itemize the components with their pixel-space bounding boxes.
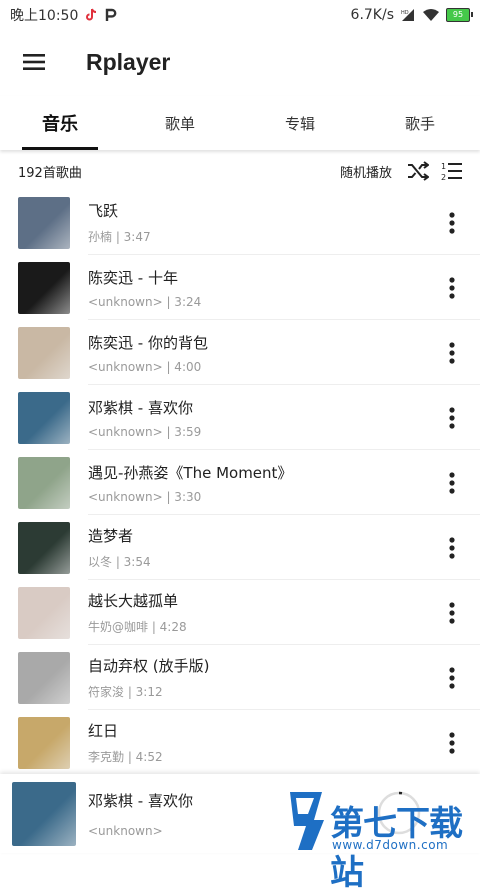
album-cover <box>18 651 70 704</box>
p-app-notification-icon <box>106 8 117 21</box>
song-title: 飞跃 <box>88 202 119 220</box>
song-title: 邓紫棋 - 喜欢你 <box>88 398 193 417</box>
song-row[interactable]: 陈奕迅 - 你的背包 <unknown> | 4:00 <box>0 320 480 385</box>
song-title: 陈奕迅 - 你的背包 <box>88 333 208 352</box>
more-vertical-icon <box>449 731 455 754</box>
song-row[interactable]: 邓紫棋 - 喜欢你 <unknown> | 3:59 <box>0 385 480 450</box>
song-count: 192首歌曲 <box>18 165 82 181</box>
network-speed: 6.7K/s <box>350 7 394 23</box>
song-artist-duration: 孙楠 | 3:47 <box>88 230 151 244</box>
more-options-button[interactable] <box>432 723 472 763</box>
more-vertical-icon <box>449 406 455 429</box>
song-artist-duration: <unknown> | 3:30 <box>88 489 202 504</box>
watermark-url: www.d7down.com <box>332 838 449 852</box>
more-vertical-icon <box>449 211 455 234</box>
more-vertical-icon <box>449 536 455 559</box>
song-artist-duration: 牛奶@咖啡 | 4:28 <box>88 620 187 634</box>
song-row[interactable]: 陈奕迅 - 十年 <unknown> | 3:24 <box>0 255 480 320</box>
status-time: 晚上10:50 <box>10 8 79 24</box>
app-title: Rplayer <box>86 48 171 75</box>
song-artist-duration: <unknown> | 4:00 <box>88 359 202 374</box>
more-vertical-icon <box>449 666 455 689</box>
song-list: 飞跃 孙楠 | 3:47 陈奕迅 - 十年 <unknown> | 3:24 陈奕迅 -… <box>0 190 480 775</box>
more-options-button[interactable] <box>432 463 472 503</box>
svg-text:1: 1 <box>441 162 446 171</box>
more-vertical-icon <box>449 341 455 364</box>
song-row[interactable]: 自动弃权 (放手版) 符家浚 | 3:12 <box>0 645 480 710</box>
list-header: 192首歌曲 随机播放 1 2 <box>0 154 480 188</box>
song-title: 陈奕迅 - 十年 <box>88 268 178 287</box>
mini-player-cover <box>12 781 76 846</box>
tab-bar: 音乐 歌单 专辑 歌手 <box>0 96 480 150</box>
album-cover <box>18 521 70 574</box>
song-row[interactable]: 遇见-孙燕姿《The Moment》 <unknown> | 3:30 <box>0 450 480 515</box>
song-title: 遇见-孙燕姿《The Moment》 <box>88 463 293 482</box>
svg-text:HD: HD <box>401 10 409 16</box>
shuffle-icon[interactable] <box>406 159 430 183</box>
hd-signal-icon: HD <box>401 9 414 21</box>
hamburger-menu-icon <box>23 54 45 70</box>
more-vertical-icon <box>449 471 455 494</box>
song-artist-duration: 以冬 | 3:54 <box>88 555 151 569</box>
song-row[interactable]: 越长大越孤单牛奶@咖啡 | 4:28 <box>0 580 480 645</box>
album-cover <box>18 456 70 509</box>
status-bar: 晚上10:50 6.7K/s HD 95 <box>0 0 480 30</box>
tiktok-notification-icon <box>86 8 97 21</box>
tab-artists[interactable]: 歌手 <box>360 96 480 150</box>
song-title: 越长大越孤单 <box>88 592 179 610</box>
song-artist-duration: <unknown> | 3:24 <box>88 294 202 309</box>
song-title: 造梦者 <box>88 527 134 545</box>
song-title: 红日 <box>88 722 119 740</box>
svg-text:2: 2 <box>441 173 446 182</box>
tab-albums[interactable]: 专辑 <box>240 96 360 150</box>
tab-playlists[interactable]: 歌单 <box>120 96 240 150</box>
more-options-button[interactable] <box>432 268 472 308</box>
tab-music[interactable]: 音乐 <box>0 96 120 150</box>
song-row[interactable]: 造梦者以冬 | 3:54 <box>0 515 480 580</box>
album-cover <box>18 716 70 769</box>
album-cover <box>18 261 70 314</box>
album-cover <box>18 586 70 639</box>
song-title: 自动弃权 (放手版) <box>88 657 210 675</box>
album-cover <box>18 326 70 379</box>
album-cover <box>18 391 70 444</box>
more-options-button[interactable] <box>432 333 472 373</box>
more-options-button[interactable] <box>432 528 472 568</box>
more-options-button[interactable] <box>432 203 472 243</box>
song-artist-duration: 符家浚 | 3:12 <box>88 685 163 699</box>
song-artist-duration: 李克勤 | 4:52 <box>88 750 163 764</box>
shuffle-play-button[interactable]: 随机播放 <box>340 162 392 181</box>
battery-icon: 95 <box>446 8 473 22</box>
wifi-icon <box>423 9 439 21</box>
app-bar: Rplayer <box>0 30 480 94</box>
more-options-button[interactable] <box>432 398 472 438</box>
song-row[interactable]: 红日李克勤 | 4:52 <box>0 710 480 775</box>
more-vertical-icon <box>449 601 455 624</box>
album-cover <box>18 196 70 249</box>
more-options-button[interactable] <box>432 658 472 698</box>
battery-level: 95 <box>452 10 464 19</box>
song-artist-duration: <unknown> | 3:59 <box>88 424 202 439</box>
menu-button[interactable] <box>2 30 66 94</box>
song-row[interactable]: 飞跃孙楠 | 3:47 <box>0 190 480 255</box>
more-options-button[interactable] <box>432 593 472 633</box>
sort-list-icon[interactable]: 1 2 <box>440 159 464 183</box>
more-vertical-icon <box>449 276 455 299</box>
